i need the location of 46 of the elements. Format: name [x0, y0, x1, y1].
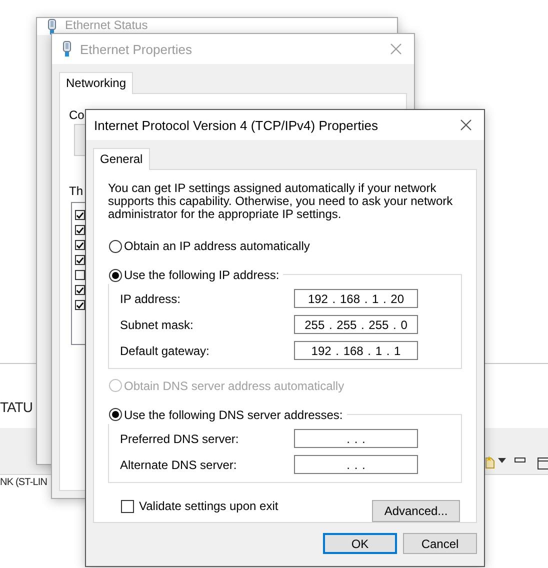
window-title: Internet Protocol Version 4 (TCP/IPv4) Properties: [94, 118, 379, 132]
checkbox[interactable]: [75, 270, 85, 280]
checkbox[interactable]: [75, 300, 85, 310]
dropdown-icon[interactable]: [498, 458, 506, 464]
page-heading: TATU: [0, 399, 32, 415]
toolbar-icon[interactable]: [484, 455, 496, 469]
ip-field[interactable]: 255 . 255 . 255 . 0: [294, 315, 418, 334]
list-label: Th: [69, 184, 84, 198]
field-label: Preferred DNS server:: [120, 432, 239, 446]
minimize-icon[interactable]: [514, 455, 526, 465]
device-label: NK (ST-LIN: [0, 477, 48, 488]
ip-field[interactable]: . . .: [294, 429, 418, 448]
ok-button[interactable]: OK: [323, 533, 397, 554]
checkbox[interactable]: [75, 225, 85, 235]
maximize-icon[interactable]: [537, 457, 548, 470]
field-label: IP address:: [120, 292, 180, 306]
radio-button[interactable]: [109, 268, 122, 282]
cancel-button[interactable]: Cancel: [403, 533, 477, 554]
field-label: Default gateway:: [120, 344, 210, 358]
description-text: You can get IP settings assigned automatically if your network supports this capability. Otherwise, you need to ask your network administrator for the appropriate IP settings.: [108, 182, 454, 221]
tab[interactable]: Networking: [59, 72, 134, 94]
field-label: Alternate DNS server:: [120, 458, 237, 472]
field-label: Co: [69, 108, 84, 122]
window-title: Ethernet Properties: [80, 42, 194, 56]
advanced-button[interactable]: Advanced...: [372, 500, 460, 522]
radio-label: Use the following DNS server addresses:: [124, 408, 343, 422]
radio-label: Obtain an IP address automatically: [124, 239, 310, 254]
tab[interactable]: General: [93, 148, 150, 170]
checkbox[interactable]: [121, 500, 134, 512]
window-title: Ethernet Status: [65, 19, 149, 32]
checkbox[interactable]: [75, 285, 85, 295]
checkbox[interactable]: [75, 240, 85, 250]
network-plug-icon: [62, 41, 72, 57]
ip-field[interactable]: 192 . 168 . 1 . 1: [294, 341, 418, 360]
network-plug-icon: [47, 19, 57, 35]
checkbox-label: Validate settings upon exit: [139, 499, 278, 513]
checkbox[interactable]: [75, 255, 85, 265]
close-icon[interactable]: [460, 119, 472, 131]
checkbox[interactable]: [75, 210, 85, 220]
radio-button[interactable]: [109, 408, 122, 422]
field-label: Subnet mask:: [120, 318, 194, 332]
radio-label: Obtain DNS server address automatically: [124, 378, 344, 393]
radio-label: Use the following IP address:: [124, 268, 280, 282]
ip-field[interactable]: . . .: [294, 455, 418, 474]
radio-button[interactable]: [109, 240, 122, 253]
ip-field[interactable]: 192 . 168 . 1 . 20: [294, 289, 418, 308]
